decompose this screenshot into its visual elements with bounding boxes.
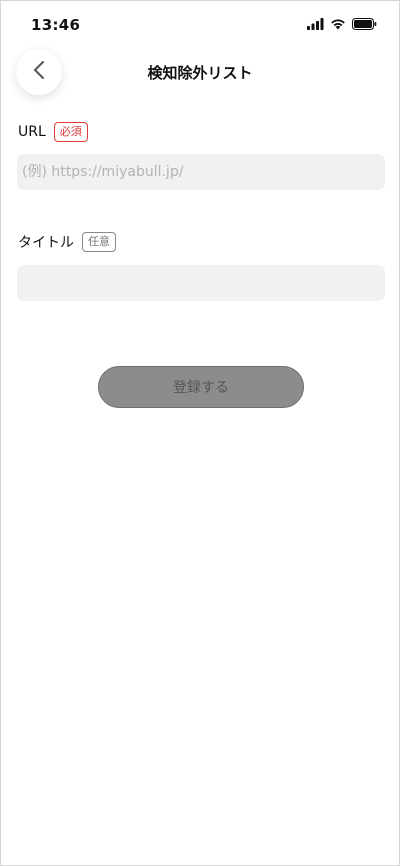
- register-button[interactable]: 登録する: [98, 366, 304, 408]
- url-field-label-row: URL 必須: [18, 122, 88, 142]
- optional-badge: 任意: [82, 232, 116, 252]
- page-title: 検知除外リスト: [147, 64, 253, 82]
- title-label: タイトル: [18, 235, 74, 251]
- required-badge: 必須: [53, 122, 88, 142]
- title-input[interactable]: [17, 265, 385, 301]
- app-frame: 13:46 検知除外リスト URL 必須 (例) https://miyabul…: [0, 0, 400, 866]
- wifi-icon: [330, 18, 346, 30]
- status-time: 13:46: [31, 16, 81, 34]
- status-icons: [307, 17, 377, 31]
- title-field-label-row: タイトル 任意: [18, 232, 116, 252]
- url-label: URL: [18, 124, 46, 140]
- cellular-signal-icon: [307, 18, 324, 30]
- battery-icon: [352, 18, 377, 30]
- url-input[interactable]: [17, 154, 385, 190]
